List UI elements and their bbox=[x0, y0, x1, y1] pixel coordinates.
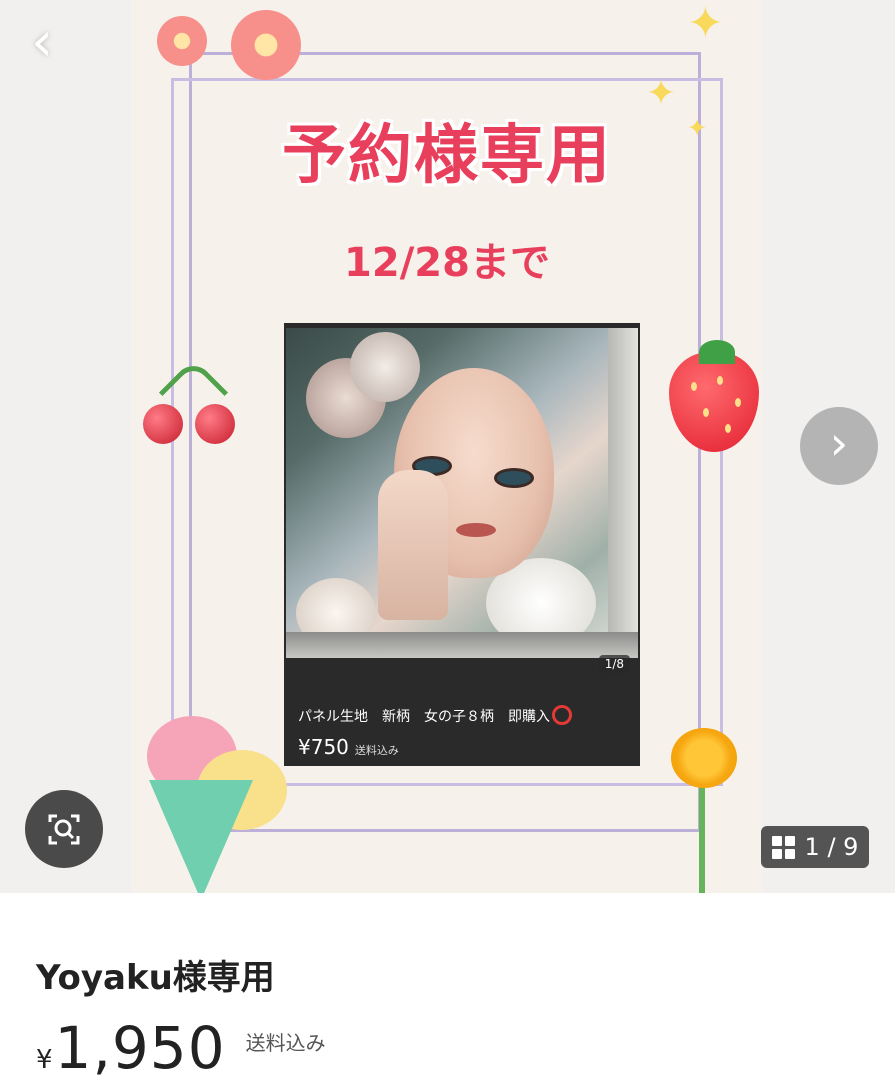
icecream-cone bbox=[149, 780, 253, 893]
hand-illustration bbox=[378, 470, 448, 620]
item-price: 1,950 bbox=[54, 1014, 226, 1082]
inner-image-counter: 1/8 bbox=[598, 655, 630, 673]
image-gallery[interactable]: ✦ ✦ ✦ 予約様専用 12/28まで 1/8 パネル生地 新柄 女の子８柄 即… bbox=[0, 0, 895, 893]
next-image-button[interactable]: › bbox=[800, 407, 878, 485]
fabric-photo bbox=[286, 328, 638, 658]
poster-date: 12/28まで bbox=[344, 240, 550, 286]
inner-caption: パネル生地 新柄 女の子８柄 即購入 bbox=[298, 705, 572, 726]
listing-image: ✦ ✦ ✦ 予約様専用 12/28まで 1/8 パネル生地 新柄 女の子８柄 即… bbox=[131, 0, 763, 893]
image-counter: 1 / 9 bbox=[761, 826, 869, 868]
grid-icon bbox=[771, 835, 795, 859]
image-search-icon bbox=[48, 814, 80, 845]
sparkle-icon: ✦ bbox=[687, 0, 724, 49]
marigold-sticker bbox=[671, 728, 737, 788]
strawberry-leaves bbox=[699, 340, 735, 364]
price-row: ¥1,950 送料込み bbox=[36, 1014, 326, 1082]
inner-price: ¥750 送料込み bbox=[298, 735, 399, 759]
image-counter-text: 1 / 9 bbox=[804, 833, 859, 861]
embedded-listing-screenshot: 1/8 パネル生地 新柄 女の子８柄 即購入 ¥750 送料込み bbox=[284, 323, 640, 766]
circle-mark-icon bbox=[552, 705, 572, 725]
flower-sticker-small bbox=[157, 16, 207, 66]
currency-symbol: ¥ bbox=[36, 1045, 53, 1075]
image-search-button[interactable] bbox=[25, 790, 103, 868]
ruler-vertical bbox=[608, 328, 638, 658]
flower-sticker bbox=[231, 10, 301, 80]
rose-illustration bbox=[350, 332, 420, 402]
back-chevron-icon[interactable]: ‹ bbox=[18, 15, 66, 70]
poster-title: 予約様専用 bbox=[282, 119, 612, 193]
ruler-horizontal bbox=[286, 632, 638, 658]
item-title: Yoyaku様専用 bbox=[36, 958, 275, 998]
shipping-note: 送料込み bbox=[245, 1031, 326, 1055]
